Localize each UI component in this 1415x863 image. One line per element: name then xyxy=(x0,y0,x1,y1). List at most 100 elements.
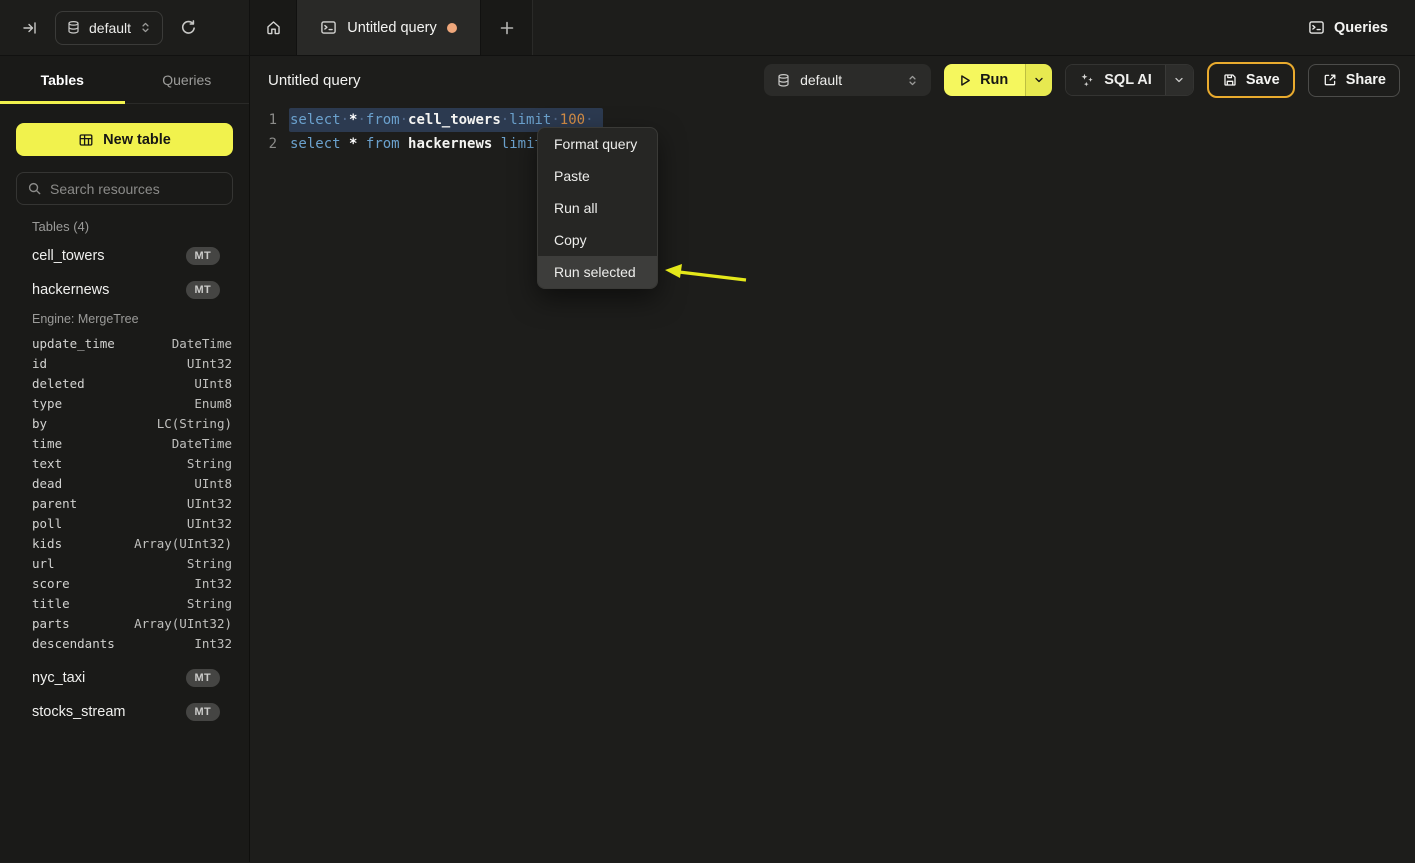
table-row[interactable]: cell_towersMT xyxy=(0,239,249,273)
sidebar-tab-queries[interactable]: Queries xyxy=(125,56,250,103)
column-name: by xyxy=(32,416,47,431)
chevron-down-icon xyxy=(1033,74,1045,86)
share-button[interactable]: Share xyxy=(1308,64,1400,97)
column-row[interactable]: titleString xyxy=(0,593,249,613)
column-name: text xyxy=(32,456,62,471)
save-button[interactable]: Save xyxy=(1207,62,1295,98)
column-name: time xyxy=(32,436,62,451)
plus-icon xyxy=(499,20,515,36)
code-line[interactable]: 2select * from hackernews limit xyxy=(250,132,1415,156)
database-icon xyxy=(776,73,791,88)
column-row[interactable]: update_time DateTime xyxy=(0,333,249,353)
code-token: from xyxy=(366,136,400,152)
column-type: UInt32 xyxy=(187,516,232,531)
column-row[interactable]: scoreInt32 xyxy=(0,573,249,593)
code-token: 100 xyxy=(560,112,585,128)
share-icon xyxy=(1322,72,1338,88)
column-type: Int32 xyxy=(194,636,232,651)
sql-editor[interactable]: 1select·*·from·cell_towers·limit·100·2se… xyxy=(250,104,1415,862)
chevron-updown-icon xyxy=(906,74,919,87)
share-button-label: Share xyxy=(1346,72,1386,88)
home-tab[interactable] xyxy=(250,0,297,55)
sql-ai-button[interactable]: SQL AI xyxy=(1066,65,1165,95)
table-name: hackernews xyxy=(32,282,109,298)
new-table-button[interactable]: New table xyxy=(16,123,233,156)
column-row[interactable]: poll UInt32 xyxy=(0,513,249,533)
query-title: Untitled query xyxy=(268,72,361,89)
column-name: deleted xyxy=(32,376,85,391)
tab-untitled-query[interactable]: Untitled query xyxy=(297,0,481,55)
floppy-icon xyxy=(1222,72,1238,88)
column-row[interactable]: textString xyxy=(0,453,249,473)
queries-button-label: Queries xyxy=(1334,20,1388,36)
column-type: DateTime xyxy=(172,336,232,351)
sql-ai-options-button[interactable] xyxy=(1165,65,1193,95)
column-row[interactable]: descendants Int32 xyxy=(0,633,249,653)
context-menu-item[interactable]: Run selected xyxy=(538,256,657,288)
chevron-down-icon xyxy=(1173,74,1185,86)
context-menu-item[interactable]: Copy xyxy=(538,224,657,256)
database-selector[interactable]: default xyxy=(55,11,163,45)
search-icon xyxy=(27,181,42,196)
column-row[interactable]: urlString xyxy=(0,553,249,573)
new-tab-button[interactable] xyxy=(481,0,533,55)
column-name: poll xyxy=(32,516,62,531)
code-line[interactable]: 1select·*·from·cell_towers·limit·100· xyxy=(250,108,1415,132)
column-row[interactable]: time DateTime xyxy=(0,433,249,453)
table-list: cell_towersMThackernewsMTEngine: MergeTr… xyxy=(0,239,249,862)
query-toolbar: Untitled query default xyxy=(250,56,1415,104)
table-row[interactable]: stocks_streamMT xyxy=(0,695,249,729)
search-input[interactable] xyxy=(50,181,231,197)
database-selector[interactable]: default xyxy=(764,64,931,96)
column-type: UInt32 xyxy=(187,356,232,371)
chevron-updown-icon xyxy=(139,21,152,34)
column-name: descendants xyxy=(32,636,115,651)
column-row[interactable]: idUInt32 xyxy=(0,353,249,373)
code-token: hackernews xyxy=(408,136,492,152)
new-table-button-label: New table xyxy=(103,132,171,148)
column-type: DateTime xyxy=(172,436,232,451)
table-row[interactable]: hackernewsMT xyxy=(0,273,249,307)
column-row[interactable]: partsArray(UInt32) xyxy=(0,613,249,633)
column-row[interactable]: typeEnum8 xyxy=(0,393,249,413)
column-name: kids xyxy=(32,536,62,551)
column-row[interactable]: deadUInt8 xyxy=(0,473,249,493)
refresh-button[interactable] xyxy=(176,15,201,40)
context-menu-item[interactable]: Format query xyxy=(538,128,657,160)
line-number: 1 xyxy=(250,108,290,132)
code-token: cell_towers xyxy=(408,112,501,128)
sidebar-tab-tables[interactable]: Tables xyxy=(0,56,125,103)
search-box xyxy=(16,172,233,205)
sidebar-tabs: Tables Queries xyxy=(0,56,249,104)
column-type: Array(UInt32) xyxy=(134,616,232,631)
engine-badge: MT xyxy=(186,703,220,721)
save-button-label: Save xyxy=(1246,72,1280,88)
active-tab-underline xyxy=(0,101,125,104)
context-menu-item[interactable]: Run all xyxy=(538,192,657,224)
run-button[interactable]: Run xyxy=(944,64,1025,96)
table-row[interactable]: nyc_taxiMT xyxy=(0,661,249,695)
column-row[interactable]: deletedUInt8 xyxy=(0,373,249,393)
column-name: parent xyxy=(32,496,77,511)
code-token: select xyxy=(290,112,341,128)
sidebar-collapse-button[interactable] xyxy=(18,16,42,40)
database-selector-value: default xyxy=(800,72,897,88)
column-row[interactable]: parentUInt32 xyxy=(0,493,249,513)
column-name: update_time xyxy=(32,336,115,351)
terminal-icon xyxy=(1308,19,1325,36)
column-type: LC(String) xyxy=(157,416,232,431)
code-token: limit xyxy=(509,112,551,128)
context-menu-item[interactable]: Paste xyxy=(538,160,657,192)
column-row[interactable]: kidsArray(UInt32) xyxy=(0,533,249,553)
column-name: url xyxy=(32,556,55,571)
home-icon xyxy=(265,19,282,36)
queries-button[interactable]: Queries xyxy=(1308,19,1388,36)
column-type: Enum8 xyxy=(194,396,232,411)
whitespace: · xyxy=(357,112,365,128)
whitespace: · xyxy=(501,112,509,128)
whitespace: · xyxy=(551,112,559,128)
sidebar-collapse-arrow-icon xyxy=(22,20,38,36)
column-row[interactable]: by LC(String) xyxy=(0,413,249,433)
run-options-button[interactable] xyxy=(1025,64,1052,96)
whitespace xyxy=(400,136,408,152)
